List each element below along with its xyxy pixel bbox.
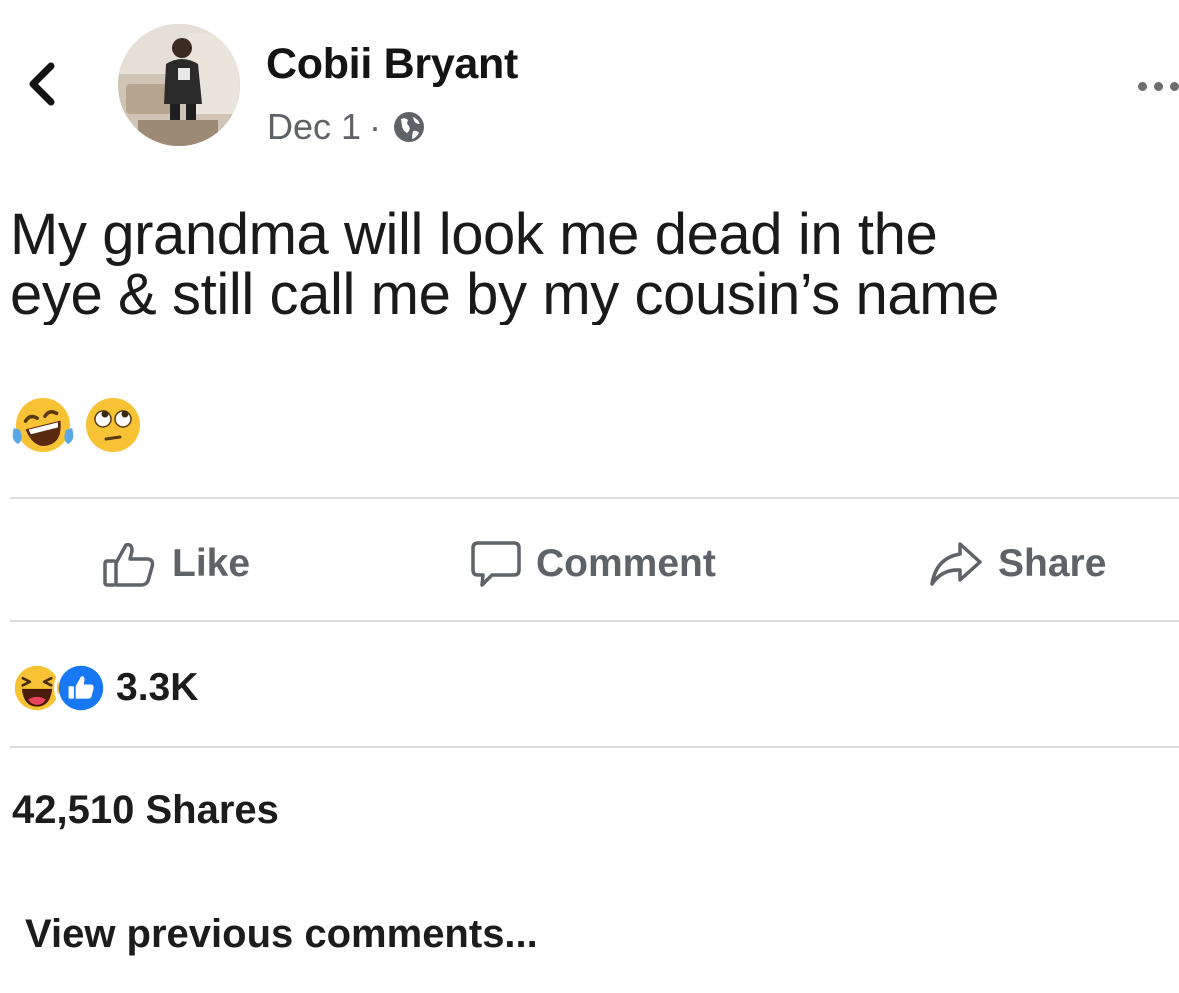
reaction-count: 3.3K: [116, 666, 199, 709]
avatar[interactable]: [118, 24, 240, 146]
share-arrow-icon: [930, 542, 982, 586]
back-button[interactable]: [22, 56, 62, 112]
view-previous-comments-link[interactable]: View previous comments...: [25, 912, 538, 957]
reactions-summary[interactable]: 3.3K: [10, 660, 198, 716]
post-meta: Dec 1 ·: [267, 104, 427, 150]
divider: [10, 497, 1179, 499]
meta-separator: ·: [369, 106, 382, 147]
shares-count[interactable]: 42,510 Shares: [12, 788, 279, 833]
like-button[interactable]: Like: [102, 532, 250, 596]
share-button[interactable]: Share: [928, 532, 1106, 596]
chevron-left-icon: [29, 62, 55, 106]
comment-label: Comment: [536, 542, 716, 585]
thumbs-up-icon: [103, 542, 155, 587]
post-emojis: [10, 392, 146, 458]
comment-button[interactable]: Comment: [470, 532, 716, 596]
author-name[interactable]: Cobii Bryant: [266, 40, 518, 89]
facebook-post-page: Cobii Bryant Dec 1 · My grandma will loo…: [0, 0, 1179, 993]
divider: [10, 620, 1179, 622]
post-date: Dec 1: [267, 106, 362, 147]
face-with-rolling-eyes-emoji: [86, 398, 140, 452]
comment-bubble-icon: [471, 541, 521, 587]
face-with-tears-of-joy-emoji: [12, 398, 74, 452]
post-text: My grandma will look me dead in the eye …: [10, 205, 1000, 325]
avatar-photo: [118, 24, 240, 146]
more-dots-icon: [1138, 81, 1147, 91]
divider: [10, 746, 1179, 748]
like-label: Like: [172, 542, 251, 585]
like-reaction-icon: [54, 661, 108, 715]
share-label: Share: [998, 542, 1107, 585]
more-options-button[interactable]: [1138, 74, 1179, 98]
globe-icon: [391, 109, 427, 145]
